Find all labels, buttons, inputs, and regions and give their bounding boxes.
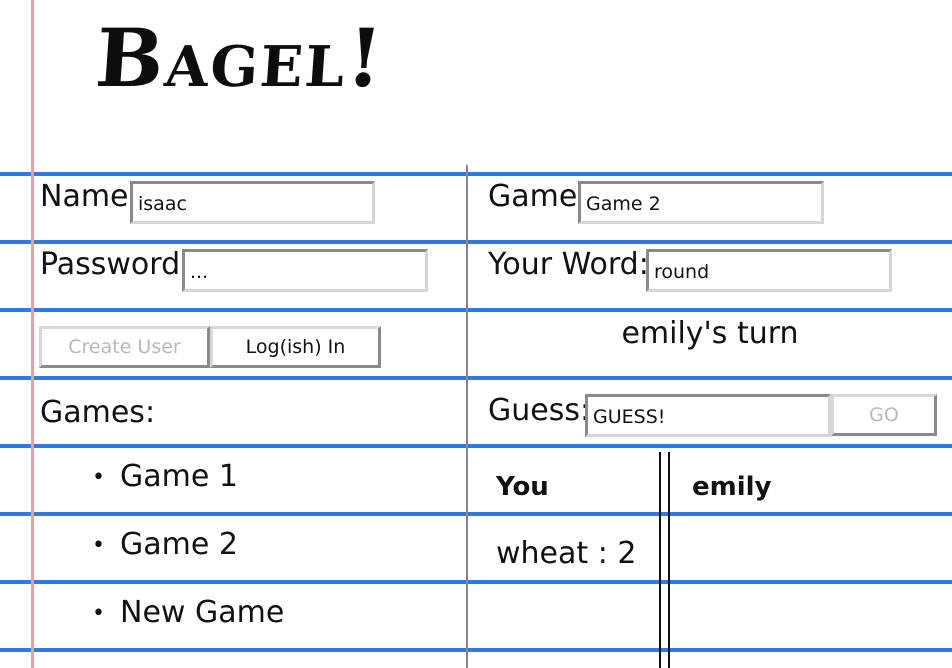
login-button[interactable]: Log(ish) In: [210, 326, 381, 368]
bullet-icon: •: [92, 464, 105, 490]
your-word-label: Your Word:: [488, 247, 649, 282]
name-label: Name:: [40, 179, 139, 214]
game-item-label: New Game: [120, 595, 285, 630]
guess-table-divider: [659, 452, 661, 668]
guess-table-divider: [668, 452, 670, 668]
turn-status: emily's turn: [621, 316, 799, 351]
ruled-line: [0, 648, 952, 652]
ruled-line: [0, 172, 952, 176]
bullet-icon: •: [92, 532, 105, 558]
go-button[interactable]: GO: [831, 394, 937, 436]
guess-word: wheat: [496, 536, 589, 571]
game-label: Game:: [488, 179, 588, 214]
ruled-line: [0, 444, 952, 448]
game-field[interactable]: Game 2: [578, 181, 824, 224]
guess-input[interactable]: GUESS!: [585, 394, 831, 437]
opponent-column-header: emily: [692, 472, 772, 502]
column-divider: [466, 165, 468, 668]
guess-separator: :: [597, 536, 618, 571]
your-word-field[interactable]: round: [646, 249, 892, 292]
ruled-line: [0, 376, 952, 380]
bullet-icon: •: [92, 600, 105, 626]
app-title: Bagel!: [92, 11, 388, 105]
ruled-line: [0, 580, 952, 584]
create-user-button[interactable]: Create User: [39, 326, 210, 368]
game-item-label: Game 1: [120, 459, 238, 494]
name-field[interactable]: isaac: [130, 181, 375, 224]
guess-score: 2: [617, 536, 637, 571]
guess-row: wheat : 2: [496, 536, 636, 571]
game-item-label: Game 2: [120, 527, 238, 562]
guess-label: Guess:: [488, 393, 591, 428]
ruled-line: [0, 240, 952, 244]
games-label: Games:: [40, 395, 156, 430]
ruled-line: [0, 512, 952, 516]
game-list-item[interactable]: • Game 2: [92, 528, 238, 563]
ruled-line: [0, 308, 952, 312]
game-list-item[interactable]: • Game 1: [92, 460, 238, 495]
password-field[interactable]: ...: [182, 249, 428, 292]
password-label: Password:: [40, 247, 191, 282]
margin-line: [31, 0, 34, 668]
you-column-header: You: [496, 472, 549, 502]
game-list-item[interactable]: • New Game: [92, 596, 284, 631]
